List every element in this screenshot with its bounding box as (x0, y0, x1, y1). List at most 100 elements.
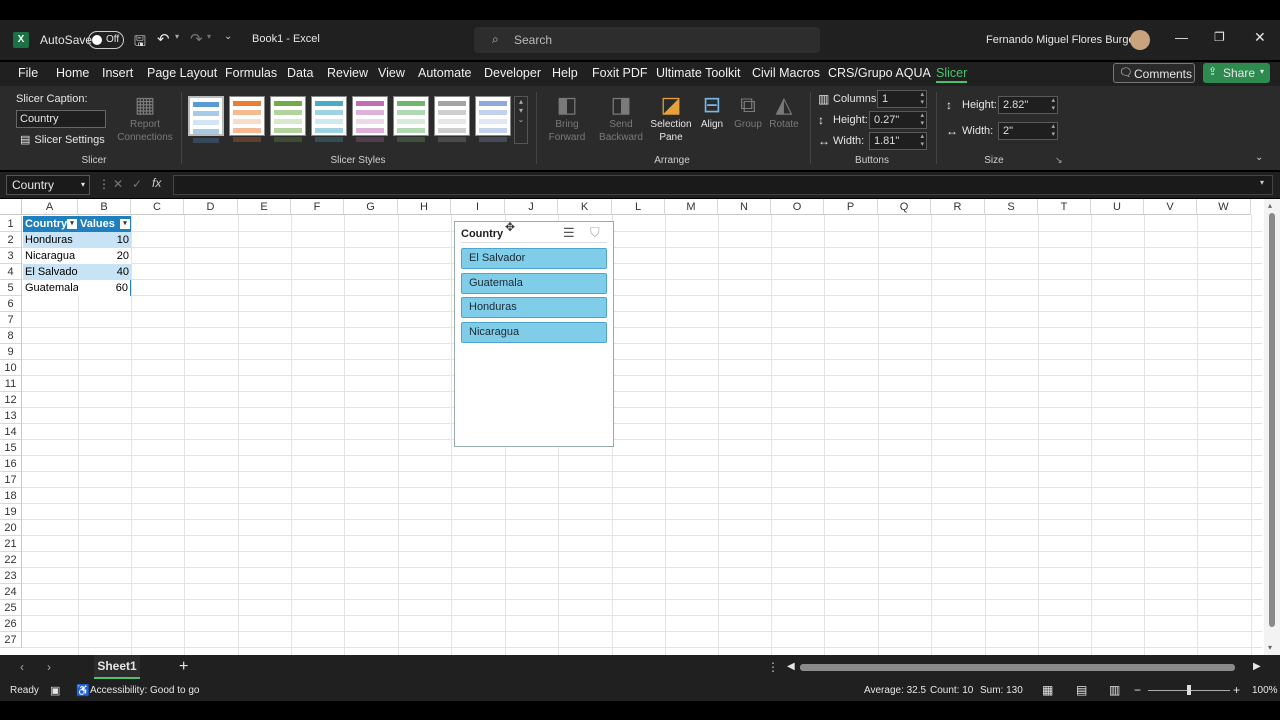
page-break-view-icon[interactable]: ▥ (1109, 683, 1120, 697)
row-header[interactable]: 20 (0, 520, 22, 536)
row-header[interactable]: 25 (0, 600, 22, 616)
tab-insert[interactable]: Insert (102, 66, 133, 80)
row-header[interactable]: 2 (0, 232, 22, 248)
row-header[interactable]: 4 (0, 264, 22, 280)
name-box[interactable]: Country ▾ (6, 175, 90, 195)
tab-developer[interactable]: Developer (484, 66, 541, 80)
button-width-spinner[interactable]: 1.81" ▴ ▾ (869, 132, 927, 150)
column-header[interactable]: I (451, 199, 505, 215)
column-header[interactable]: W (1197, 199, 1251, 215)
row-header[interactable]: 15 (0, 440, 22, 456)
chevron-up-icon[interactable]: ▴ (515, 97, 527, 106)
slicer-style-option[interactable] (311, 96, 347, 142)
vertical-scrollbar[interactable]: ▴ ▾ (1264, 199, 1280, 655)
row-header[interactable]: 19 (0, 504, 22, 520)
row-header[interactable]: 12 (0, 392, 22, 408)
send-backward-button[interactable]: ◨ Send Backward (594, 92, 648, 144)
table-header-values[interactable]: Values ▾ (78, 216, 131, 232)
tab-file[interactable]: File (18, 66, 38, 80)
table-cell[interactable]: El Salvador (23, 264, 81, 280)
macro-record-icon[interactable]: ▣ (50, 684, 60, 697)
scroll-right-icon[interactable]: › (47, 660, 51, 674)
row-header[interactable]: 17 (0, 472, 22, 488)
insert-function-icon[interactable]: fx (152, 176, 161, 190)
spinner-arrows-icon[interactable]: ▴ ▾ (1051, 97, 1055, 113)
tab-home[interactable]: Home (56, 66, 89, 80)
tab-automate[interactable]: Automate (418, 66, 472, 80)
tab-civil-macros[interactable]: Civil Macros (752, 66, 820, 80)
spinner-arrows-icon[interactable]: ▴ ▾ (920, 112, 924, 128)
slicer-style-option[interactable] (393, 96, 429, 142)
align-button[interactable]: ⊟ Align (697, 92, 727, 131)
column-header[interactable]: R (931, 199, 985, 215)
slicer-style-option[interactable] (434, 96, 470, 142)
row-header[interactable]: 3 (0, 248, 22, 264)
column-header[interactable]: N (718, 199, 771, 215)
zoom-level[interactable]: 100% (1252, 685, 1278, 696)
column-header[interactable]: C (131, 199, 184, 215)
spinner-arrows-icon[interactable]: ▴ ▾ (920, 133, 924, 149)
table-cell[interactable]: Nicaragua (23, 248, 78, 264)
user-name[interactable]: Fernando Miguel Flores Burgos (986, 34, 1140, 46)
column-header[interactable]: S (985, 199, 1038, 215)
scroll-thumb[interactable] (1269, 213, 1275, 627)
column-header[interactable]: O (771, 199, 824, 215)
collapse-ribbon-icon[interactable]: ⌄ (1255, 152, 1263, 163)
cancel-entry-icon[interactable]: ✕ (113, 177, 123, 191)
slicer-item[interactable]: Honduras (461, 297, 607, 318)
hscroll-right-icon[interactable]: ▶ (1253, 661, 1261, 672)
size-dialog-launcher-icon[interactable]: ↘ (1055, 155, 1063, 166)
comments-button[interactable]: 🗨 Comments (1113, 63, 1195, 83)
clear-filter-icon[interactable]: ⛉ (590, 225, 600, 241)
scroll-up-icon[interactable]: ▴ (1268, 201, 1272, 210)
row-header[interactable]: 1 (0, 216, 22, 232)
shape-height-spinner[interactable]: 2.82" ▴ ▾ (998, 96, 1058, 114)
search-box[interactable]: ⌕ Search (474, 27, 820, 53)
select-all-corner[interactable] (0, 199, 22, 215)
filter-dropdown-icon[interactable]: ▾ (67, 219, 77, 229)
column-header[interactable]: A (22, 199, 78, 215)
slicer-settings-button[interactable]: ▤ Slicer Settings (20, 133, 105, 147)
tab-crs-grupo-aqua[interactable]: CRS/Grupo AQUA (828, 66, 931, 80)
slicer-style-option[interactable] (352, 96, 388, 142)
row-header[interactable]: 13 (0, 408, 22, 424)
zoom-out-icon[interactable]: − (1134, 683, 1141, 697)
redo-icon[interactable]: ↷ (190, 30, 203, 48)
row-header[interactable]: 9 (0, 344, 22, 360)
column-header[interactable]: Q (878, 199, 931, 215)
redo-dropdown-icon[interactable]: ▾ (207, 32, 211, 41)
slicer-item[interactable]: Nicaragua (461, 322, 607, 343)
expand-formula-bar-icon[interactable]: ▾ (1260, 178, 1264, 187)
confirm-entry-icon[interactable]: ✓ (132, 177, 142, 191)
spinner-arrows-icon[interactable]: ▴ ▾ (920, 91, 924, 107)
tab-formulas[interactable]: Formulas (225, 66, 277, 80)
avatar[interactable] (1130, 30, 1150, 50)
page-layout-view-icon[interactable]: ▤ (1076, 683, 1087, 697)
minimize-icon[interactable]: — (1175, 30, 1188, 45)
row-header[interactable]: 22 (0, 552, 22, 568)
column-header[interactable]: D (184, 199, 238, 215)
horizontal-scroll-thumb[interactable] (800, 664, 1235, 671)
tab-data[interactable]: Data (287, 66, 313, 80)
hscroll-left-icon[interactable]: ◀ (787, 661, 795, 672)
slicer-style-option[interactable] (475, 96, 511, 142)
column-header[interactable]: G (344, 199, 398, 215)
column-header[interactable]: U (1091, 199, 1144, 215)
row-header[interactable]: 10 (0, 360, 22, 376)
slicer-caption-input[interactable]: Country (16, 110, 106, 128)
undo-icon[interactable]: ↶ (157, 30, 170, 48)
button-height-spinner[interactable]: 0.27" ▴ ▾ (869, 111, 927, 129)
columns-spinner[interactable]: 1 ▴ ▾ (877, 90, 927, 108)
worksheet-grid[interactable]: ABCDEFGHIJKLMNOPQRSTUVW 1 2 3 4 5 6 7 8 9 10 11 12 1… (0, 199, 1280, 655)
row-header[interactable]: 26 (0, 616, 22, 632)
report-connections-button[interactable]: ▦ Report Connections (116, 92, 174, 144)
row-header[interactable]: 11 (0, 376, 22, 392)
table-cell[interactable]: 10 (78, 232, 131, 248)
table-cell[interactable]: Honduras (23, 232, 78, 248)
column-header[interactable]: H (398, 199, 451, 215)
autosave-toggle[interactable]: Off (88, 31, 124, 49)
table-cell[interactable]: Guatemala (23, 280, 79, 296)
table-cell[interactable]: 40 (78, 264, 131, 280)
tab-slicer[interactable]: Slicer (936, 66, 968, 83)
formula-input[interactable] (173, 175, 1273, 195)
